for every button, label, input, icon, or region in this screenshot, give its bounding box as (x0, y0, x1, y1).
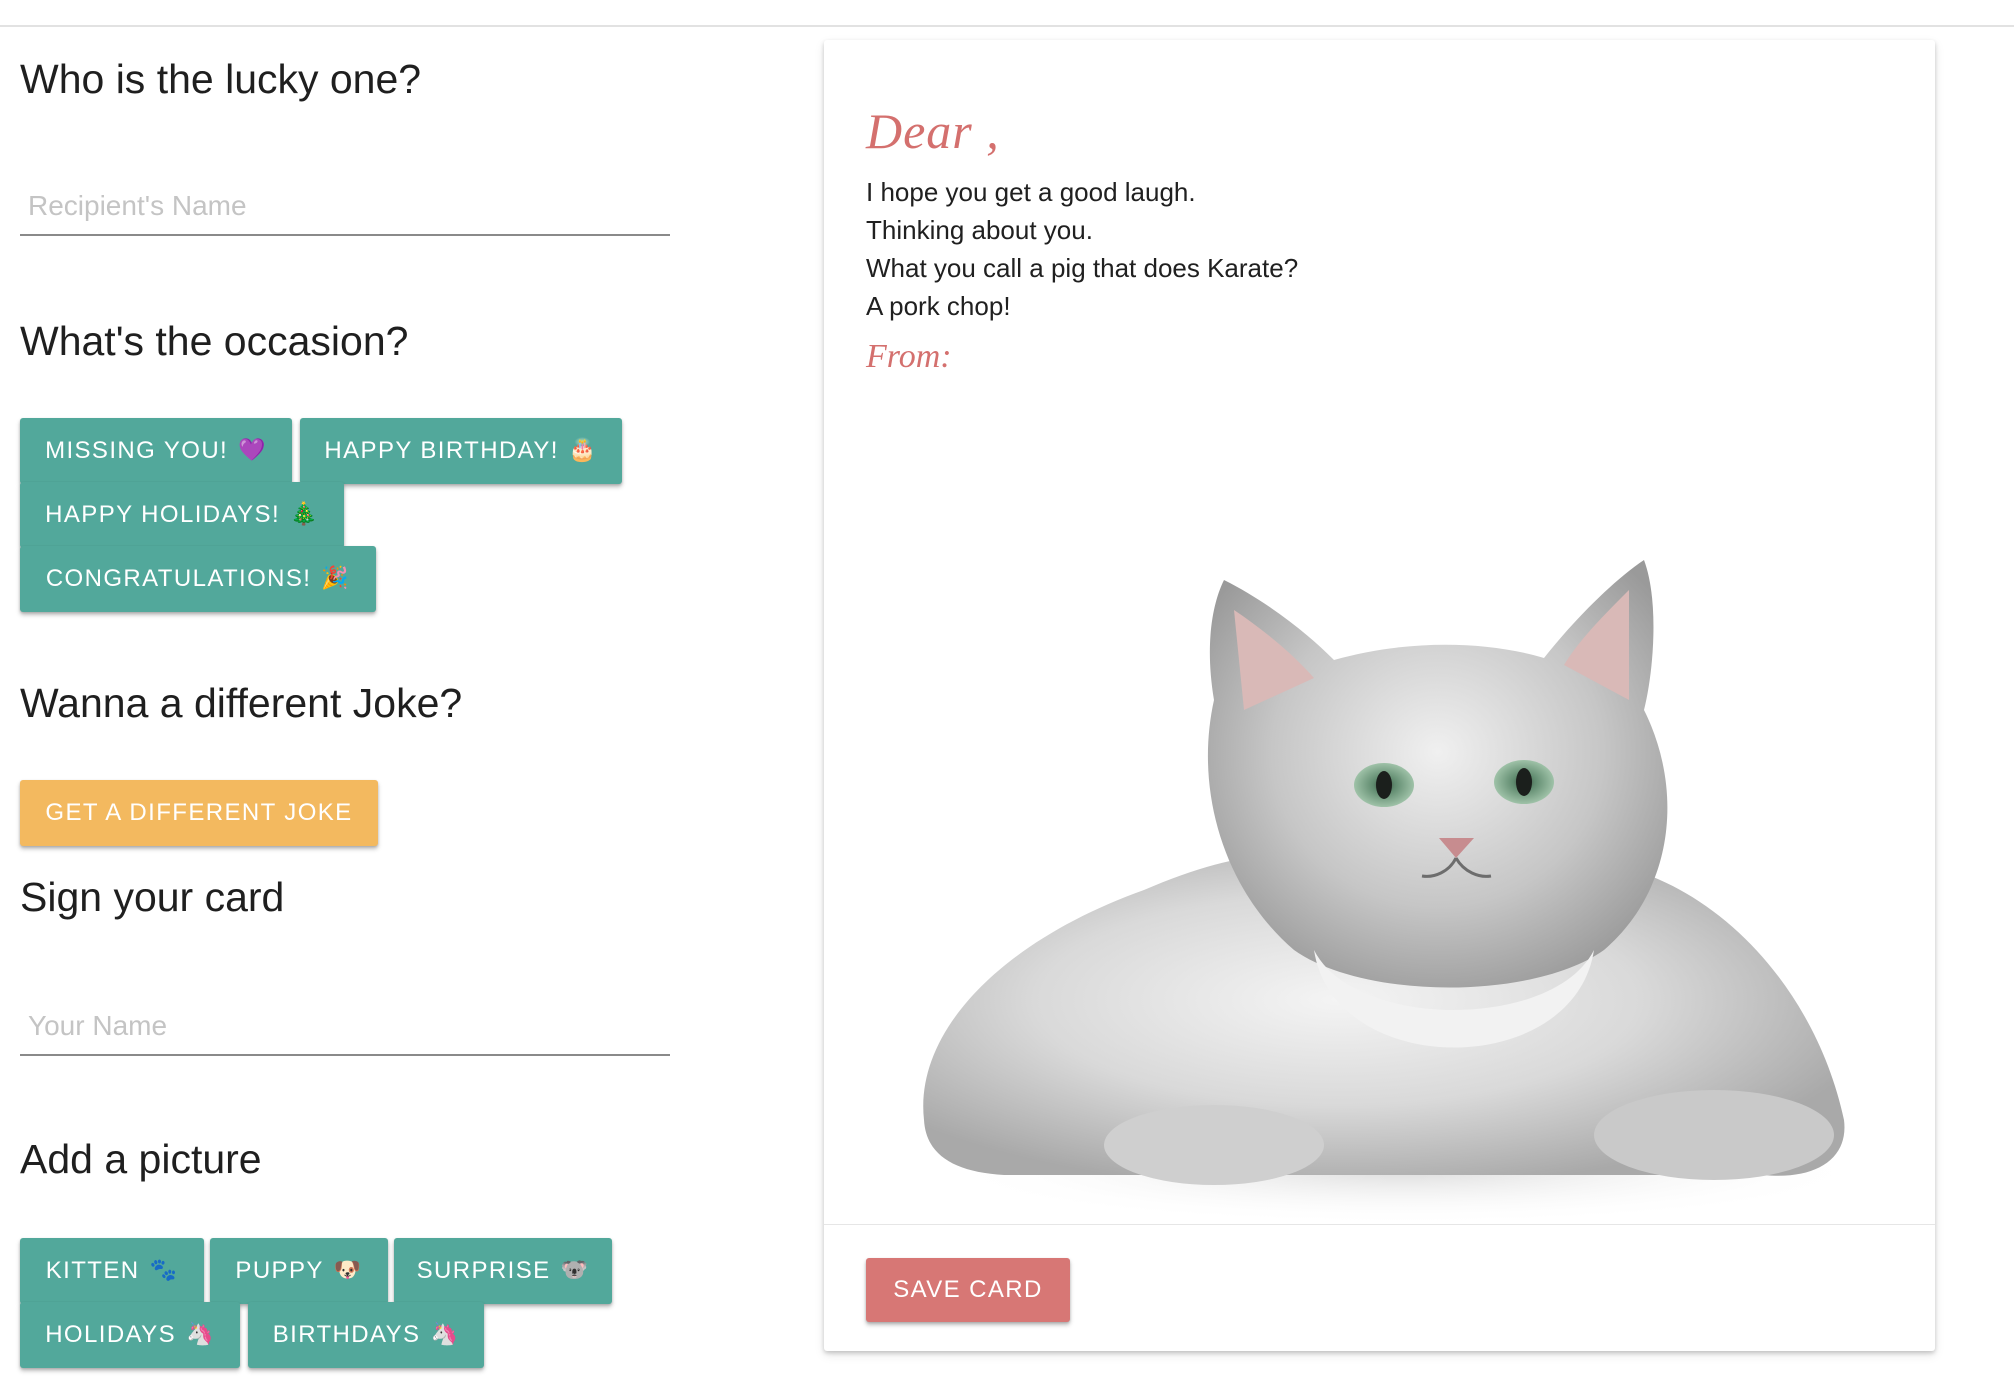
unicorn-icon: 🦄 (430, 1322, 460, 1347)
button-label: Surprise (416, 1257, 551, 1284)
button-label: Missing you! (45, 437, 229, 464)
party-popper-icon: 🎉 (321, 566, 351, 591)
card-signature: From: (866, 338, 952, 375)
card-message: I hope you get a good laugh. Thinking ab… (866, 173, 1298, 325)
get-different-joke-button[interactable]: Get a different joke (20, 780, 378, 846)
card-message-line: Thinking about you. (866, 215, 1093, 245)
card-message-line: What you call a pig that does Karate? (866, 253, 1299, 283)
picture-surprise-button[interactable]: Surprise 🐨 (394, 1238, 612, 1304)
save-card-button[interactable]: Save card (866, 1258, 1070, 1322)
signer-field (20, 992, 670, 1056)
button-label: Birthdays (272, 1321, 421, 1348)
button-label: Holidays (45, 1321, 176, 1348)
occasion-heading: What's the occasion? (20, 318, 409, 364)
koala-icon: 🐨 (560, 1258, 590, 1283)
recipient-field (20, 172, 670, 236)
recipient-heading: Who is the lucky one? (20, 56, 422, 102)
christmas-tree-icon: 🎄 (290, 502, 319, 527)
recipient-name-input[interactable] (20, 172, 670, 234)
button-label: Congratulations! (45, 565, 312, 592)
birthday-cake-icon: 🎂 (568, 438, 598, 463)
button-label: Kitten (45, 1257, 140, 1284)
picture-kitten-button[interactable]: Kitten 🐾 (20, 1238, 204, 1304)
picture-puppy-button[interactable]: Puppy 🐶 (210, 1238, 388, 1304)
top-divider (0, 25, 2014, 27)
button-label: Happy Birthday! (324, 437, 559, 464)
dog-face-icon: 🐶 (333, 1258, 363, 1283)
button-label: Happy Holidays! (45, 501, 281, 528)
picture-heading: Add a picture (20, 1136, 262, 1182)
joke-heading: Wanna a different Joke? (20, 680, 463, 726)
occasion-congratulations-button[interactable]: Congratulations! 🎉 (20, 546, 376, 612)
button-label: Puppy (235, 1257, 324, 1284)
card-greeting: Dear , (866, 103, 1000, 159)
card-message-line: A pork chop! (866, 291, 1011, 321)
purple-heart-icon: 💜 (238, 438, 267, 463)
kitten-picture (923, 560, 1874, 1225)
unicorn-icon: 🦄 (186, 1322, 215, 1347)
your-name-input[interactable] (20, 992, 670, 1054)
occasion-missing-you-button[interactable]: Missing you! 💜 (20, 418, 292, 484)
occasion-happy-birthday-button[interactable]: Happy Birthday! 🎂 (300, 418, 622, 484)
sign-heading: Sign your card (20, 874, 285, 920)
picture-birthdays-button[interactable]: Birthdays 🦄 (248, 1302, 484, 1368)
card-actions-divider (824, 1224, 1935, 1225)
picture-holidays-button[interactable]: Holidays 🦄 (20, 1302, 240, 1368)
greeting-card-preview: Dear , I hope you get a good laugh. Thin… (824, 40, 1935, 1351)
paw-prints-icon: 🐾 (149, 1258, 179, 1283)
occasion-happy-holidays-button[interactable]: Happy Holidays! 🎄 (20, 482, 344, 548)
card-message-line: I hope you get a good laugh. (866, 177, 1196, 207)
